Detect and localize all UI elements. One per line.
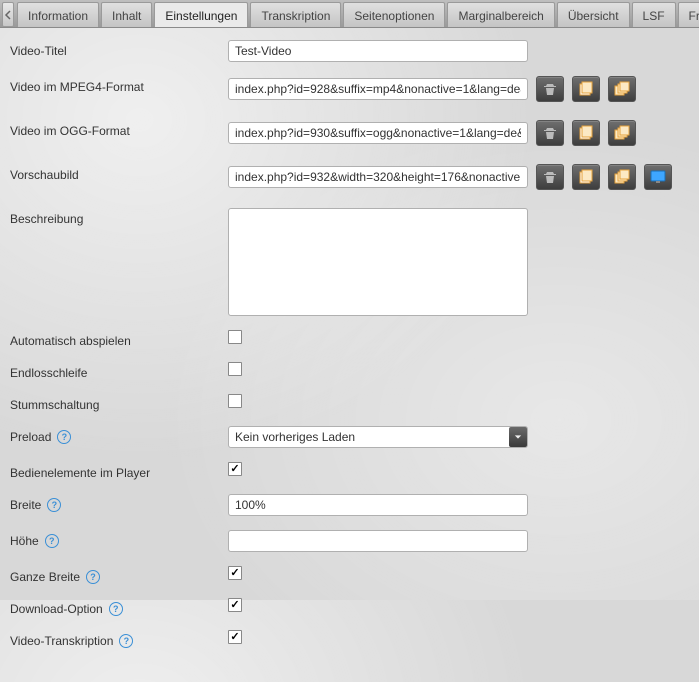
loop-checkbox[interactable] <box>228 362 242 376</box>
tab-information[interactable]: Information <box>17 2 99 27</box>
label-autoplay: Automatisch abspielen <box>10 330 228 348</box>
label-preview: Vorschaubild <box>10 164 228 182</box>
controls-player-checkbox[interactable] <box>228 462 242 476</box>
browse-stack-button-preview[interactable] <box>608 164 636 190</box>
browse-page-button-ogg[interactable] <box>572 120 600 146</box>
tab-lsf[interactable]: LSF <box>632 2 676 27</box>
tab-seitenoptionen[interactable]: Seitenoptionen <box>343 2 445 27</box>
label-full-width: Ganze Breite ? <box>10 566 228 584</box>
tab-back-button[interactable] <box>2 2 14 27</box>
label-video-title: Video-Titel <box>10 40 228 58</box>
help-icon[interactable]: ? <box>45 534 59 548</box>
tabs-bar: Information Inhalt Einstellungen Transkr… <box>0 0 699 28</box>
mute-checkbox[interactable] <box>228 394 242 408</box>
help-icon[interactable]: ? <box>119 634 133 648</box>
download-checkbox[interactable] <box>228 598 242 612</box>
browse-stack-button-mp4[interactable] <box>608 76 636 102</box>
autoplay-checkbox[interactable] <box>228 330 242 344</box>
label-mute: Stummschaltung <box>10 394 228 412</box>
monitor-button-preview[interactable] <box>644 164 672 190</box>
width-input[interactable] <box>228 494 528 516</box>
help-icon[interactable]: ? <box>57 430 71 444</box>
video-title-input[interactable] <box>228 40 528 62</box>
browse-page-button-mp4[interactable] <box>572 76 600 102</box>
settings-form: Video-Titel Video im MPEG4-Format Video … <box>0 28 699 682</box>
help-icon[interactable]: ? <box>109 602 123 616</box>
trash-button-preview[interactable] <box>536 164 564 190</box>
tab-einstellungen[interactable]: Einstellungen <box>154 2 248 27</box>
label-video-ogg: Video im OGG-Format <box>10 120 228 138</box>
tab-uebersicht[interactable]: Übersicht <box>557 2 630 27</box>
label-download: Download-Option ? <box>10 598 228 616</box>
tab-transkription[interactable]: Transkription <box>250 2 341 27</box>
height-input[interactable] <box>228 530 528 552</box>
browse-stack-button-ogg[interactable] <box>608 120 636 146</box>
label-loop: Endlosschleife <box>10 362 228 380</box>
tab-marginalbereich[interactable]: Marginalbereich <box>447 2 554 27</box>
label-description: Beschreibung <box>10 208 228 226</box>
tab-inhalt[interactable]: Inhalt <box>101 2 152 27</box>
trash-button-ogg[interactable] <box>536 120 564 146</box>
label-preload: Preload ? <box>10 426 228 444</box>
label-controls-player: Bedienelemente im Player <box>10 462 228 480</box>
full-width-checkbox[interactable] <box>228 566 242 580</box>
preview-input[interactable] <box>228 166 528 188</box>
label-width: Breite ? <box>10 494 228 512</box>
help-icon[interactable]: ? <box>86 570 100 584</box>
tab-freigabe[interactable]: Freigabe <box>678 2 699 27</box>
label-transcription: Video-Transkription ? <box>10 630 228 648</box>
label-height: Höhe ? <box>10 530 228 548</box>
help-icon[interactable]: ? <box>47 498 61 512</box>
video-ogg-input[interactable] <box>228 122 528 144</box>
description-textarea[interactable] <box>228 208 528 316</box>
browse-page-button-preview[interactable] <box>572 164 600 190</box>
transcription-checkbox[interactable] <box>228 630 242 644</box>
preload-select[interactable]: Kein vorheriges Laden <box>228 426 528 448</box>
video-mp4-input[interactable] <box>228 78 528 100</box>
label-video-mp4: Video im MPEG4-Format <box>10 76 228 94</box>
trash-button-mp4[interactable] <box>536 76 564 102</box>
